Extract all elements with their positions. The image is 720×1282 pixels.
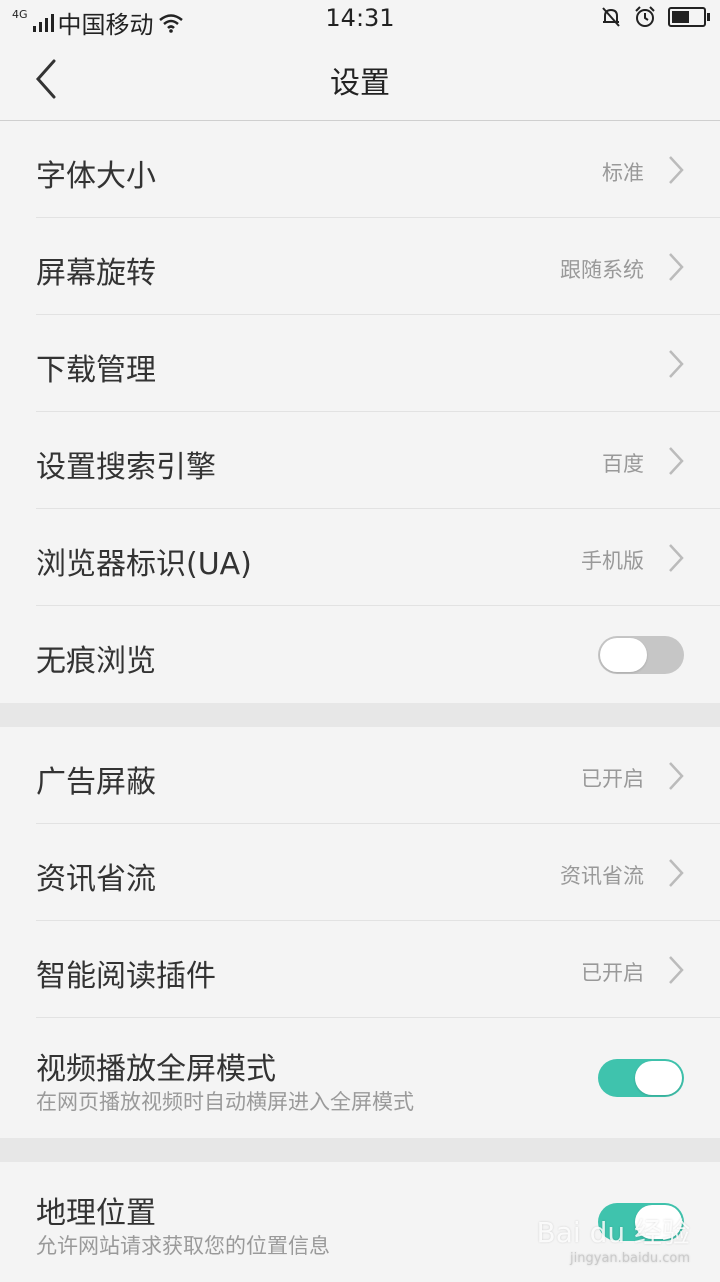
setting-description: 允许网站请求获取您的位置信息	[36, 1234, 330, 1258]
setting-row-search-engine[interactable]: 设置搜索引擎 百度	[0, 412, 720, 509]
settings-group-basic: 字体大小 标准 屏幕旋转 跟随系统 下载管理 设置搜索引擎 百度 浏览器标识(U…	[0, 121, 720, 703]
chevron-right-icon	[669, 156, 684, 184]
setting-row-reading-plugin[interactable]: 智能阅读插件 已开启	[0, 921, 720, 1018]
setting-label: 无痕浏览	[36, 644, 156, 679]
chevron-right-icon	[669, 350, 684, 378]
setting-row-font-size[interactable]: 字体大小 标准	[0, 121, 720, 218]
battery-fill	[672, 11, 689, 23]
setting-value: 跟随系统	[560, 258, 644, 282]
setting-row-incognito: 无痕浏览	[0, 606, 720, 703]
chevron-right-icon	[669, 859, 684, 887]
setting-label: 智能阅读插件	[36, 959, 216, 994]
setting-value: 已开启	[581, 961, 644, 985]
alarm-icon	[635, 6, 655, 27]
status-right	[600, 6, 710, 28]
setting-label: 字体大小	[36, 159, 156, 194]
setting-row-download-manager[interactable]: 下载管理	[0, 315, 720, 412]
chevron-right-icon	[669, 762, 684, 790]
watermark-brand: Bai du 经验	[536, 1216, 690, 1249]
chevron-right-icon	[669, 544, 684, 572]
toggle-knob	[600, 638, 647, 672]
video-fullscreen-toggle[interactable]	[598, 1059, 684, 1097]
chevron-right-icon	[669, 447, 684, 475]
setting-value: 百度	[602, 452, 644, 476]
setting-value: 资讯省流	[560, 864, 644, 888]
watermark-url: jingyan.baidu.com	[570, 1251, 690, 1266]
setting-row-data-saver[interactable]: 资讯省流 资讯省流	[0, 824, 720, 921]
setting-row-video-fullscreen: 视频播放全屏模式 在网页播放视频时自动横屏进入全屏模式	[0, 1018, 720, 1138]
setting-label: 下载管理	[36, 353, 156, 388]
setting-label: 屏幕旋转	[36, 256, 156, 291]
chevron-right-icon	[669, 253, 684, 281]
toggle-knob	[635, 1061, 682, 1095]
setting-row-screen-rotation[interactable]: 屏幕旋转 跟随系统	[0, 218, 720, 315]
section-gap	[0, 1138, 720, 1162]
setting-row-ad-block[interactable]: 广告屏蔽 已开启	[0, 727, 720, 824]
status-bar: 4G 中国移动 14:31	[0, 0, 720, 39]
chevron-right-icon	[669, 956, 684, 984]
baidu-jingyan-watermark: Bai du 经验 jingyan.baidu.com	[537, 1211, 690, 1266]
mute-bell-icon	[602, 7, 620, 27]
setting-value: 标准	[602, 161, 644, 185]
setting-value: 已开启	[581, 767, 644, 791]
section-gap	[0, 703, 720, 727]
settings-group-content: 广告屏蔽 已开启 资讯省流 资讯省流 智能阅读插件 已开启 视频播放全屏模式 在…	[0, 727, 720, 1138]
setting-label: 设置搜索引擎	[36, 450, 216, 485]
setting-row-user-agent[interactable]: 浏览器标识(UA) 手机版	[0, 509, 720, 606]
page-title: 设置	[330, 66, 390, 101]
incognito-toggle[interactable]	[598, 636, 684, 674]
setting-label: 地理位置	[36, 1196, 156, 1231]
setting-value: 手机版	[581, 549, 644, 573]
setting-label: 视频播放全屏模式	[36, 1052, 276, 1087]
setting-description: 在网页播放视频时自动横屏进入全屏模式	[36, 1090, 414, 1114]
battery-icon	[668, 7, 710, 27]
nav-bar: 设置	[0, 38, 720, 121]
setting-label: 浏览器标识(UA)	[36, 547, 252, 582]
setting-label: 广告屏蔽	[36, 765, 156, 800]
setting-label: 资讯省流	[36, 862, 156, 897]
